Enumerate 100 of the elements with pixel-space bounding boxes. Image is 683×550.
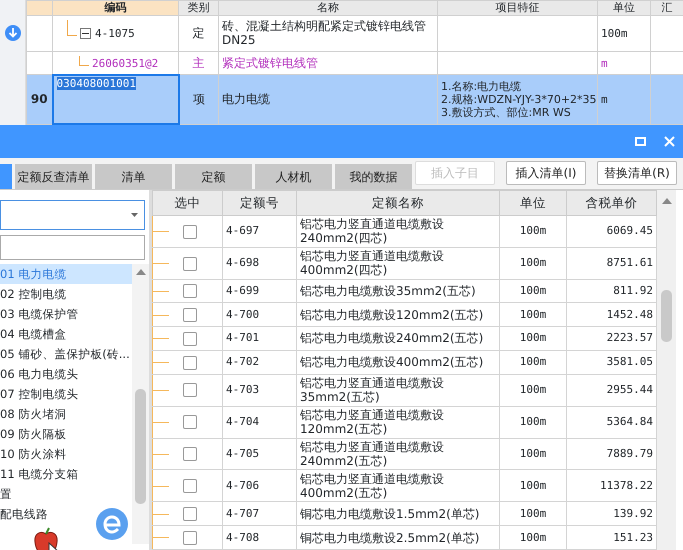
chapter-item[interactable]: 10 防火涂料 (0, 444, 132, 464)
quota-code: 4-707 (226, 506, 260, 520)
chapter-item[interactable]: 02 控制电缆 (0, 284, 132, 304)
scrollbar-track[interactable] (657, 190, 676, 550)
quota-unit: 100m (520, 478, 546, 492)
tab[interactable]: 定额反查清单 (15, 164, 92, 189)
quota-unit: 100m (520, 355, 546, 368)
item-name: 紧定式镀锌电线管 (222, 56, 318, 70)
quota-unit: 100m (520, 308, 546, 321)
quota-name: 铝芯电力竖直通道电缆敷设400mm2(五芯) (300, 472, 444, 500)
chapter-item[interactable]: 06 电力电缆头 (0, 364, 132, 384)
scroll-up-icon[interactable] (662, 198, 672, 204)
quota-price: 151.23 (613, 530, 653, 544)
search-field[interactable] (0, 235, 145, 260)
dropdown-caret-icon (131, 213, 138, 217)
checkbox[interactable] (183, 284, 197, 298)
chapter-item[interactable]: 置 (0, 484, 132, 504)
quota-name: 铝芯电力电缆敷设35mm2(五芯) (300, 284, 476, 298)
item-name: 砖、混凝土结构明配紧定式镀锌电线管DN25 (222, 19, 426, 48)
quota-price: 139.92 (613, 506, 653, 520)
quota-price: 811.92 (613, 284, 653, 298)
maximize-icon[interactable] (635, 137, 646, 146)
checkbox[interactable] (183, 415, 197, 430)
column-header: 含税单价 (566, 190, 656, 216)
quota-price: 7889.79 (606, 446, 653, 460)
column-header: 单位 (500, 190, 566, 216)
download-icon[interactable] (4, 24, 20, 40)
item-type: 定 (192, 26, 204, 40)
scroll-up-icon[interactable] (136, 269, 146, 275)
quota-unit: 100m (520, 284, 546, 298)
quota-name: 铜芯电力电缆敷设2.5mm2(单芯) (300, 530, 480, 545)
checkbox[interactable] (183, 383, 197, 398)
checkbox[interactable] (183, 332, 197, 346)
quota-code: 4-699 (226, 284, 260, 298)
quota-price: 8751.61 (606, 256, 653, 270)
chapter-item[interactable]: 08 防火堵洞 (0, 404, 132, 424)
category-dropdown[interactable] (0, 200, 145, 230)
item-unit: m (601, 92, 608, 106)
chapter-item[interactable]: 09 防火隔板 (0, 424, 132, 444)
chapter-item[interactable]: 04 电缆槽盒 (0, 324, 132, 344)
collapse-toggle-icon[interactable] (80, 28, 91, 39)
column-header: 定额号 (222, 190, 296, 216)
column-header: 项目特征 (438, 0, 598, 16)
chapter-item[interactable]: 配电线路 (0, 504, 132, 524)
quota-code: 4-700 (226, 308, 260, 321)
close-icon[interactable] (664, 136, 675, 147)
tab[interactable]: 人材机 (255, 164, 332, 189)
chapter-item[interactable]: 07 控制电缆头 (0, 384, 132, 404)
quota-price: 1452.48 (606, 308, 653, 321)
quota-code: 4-698 (226, 256, 260, 270)
tab[interactable]: 清单 (95, 164, 172, 189)
checkbox[interactable] (183, 356, 197, 370)
feature-line: 2.规格:WDZN-YJY-3*70+2*35 (441, 92, 594, 106)
checkbox[interactable] (183, 308, 197, 322)
chapter-item[interactable]: 03 电缆保护管 (0, 304, 132, 324)
browser-icon (96, 508, 128, 540)
tab[interactable]: 我的数据 (335, 164, 412, 189)
quota-price: 2223.57 (606, 331, 653, 344)
item-unit: m (601, 56, 608, 70)
action-button[interactable]: 插入清单(I) (506, 161, 586, 185)
feature-line: 1.名称:电力电缆 (441, 80, 522, 93)
item-name: 电力电缆 (222, 92, 270, 106)
checkbox[interactable] (183, 507, 197, 522)
tab[interactable]: 定额 (175, 164, 252, 189)
checkbox[interactable] (183, 530, 197, 545)
quota-name: 铝芯电力竖直通道电缆敷设400mm2(四芯) (300, 249, 444, 278)
column-header: 单位 (598, 0, 650, 16)
quota-code: 4-708 (226, 530, 260, 544)
quota-price: 11378.22 (600, 478, 653, 492)
quota-unit: 100m (520, 383, 546, 396)
quota-price: 5364.84 (606, 415, 653, 428)
quota-code: 4-701 (226, 331, 260, 344)
quota-unit: 100m (520, 331, 546, 344)
chapter-item[interactable]: 05 铺砂、盖保护板(砖... (0, 344, 132, 364)
quota-price: 6069.45 (606, 224, 653, 238)
scrollbar-track[interactable] (132, 264, 149, 544)
quota-name: 铝芯电力竖直通道电缆敷设240mm2(五芯) (300, 440, 444, 468)
checkbox[interactable] (183, 256, 197, 271)
row-number: 90 (30, 92, 48, 106)
quota-price: 3581.05 (606, 355, 653, 368)
column-header: 类别 (178, 0, 218, 16)
quota-unit: 100m (520, 506, 546, 520)
chapter-item[interactable]: 11 电缆分支箱 (0, 464, 132, 484)
quota-name: 铝芯电力电缆敷设240mm2(五芯) (300, 331, 484, 346)
quota-unit: 100m (520, 530, 546, 544)
checkbox[interactable] (183, 224, 197, 239)
column-header: 名称 (218, 0, 438, 16)
feature-line: 3.敷设方式、部位:MR WS (441, 106, 572, 119)
quota-code: 4-697 (226, 224, 260, 238)
column-header: 定额名称 (296, 190, 500, 216)
action-button[interactable]: 替换清单(R) (597, 161, 677, 185)
checkbox[interactable] (183, 479, 197, 494)
checkbox[interactable] (183, 447, 197, 462)
scrollbar-thumb[interactable] (135, 389, 146, 504)
quota-name: 铝芯电力竖直通道电缆敷设35mm2(五芯) (300, 376, 444, 404)
quota-code: 4-705 (226, 446, 260, 460)
item-code[interactable]: 030408001001 (56, 76, 136, 90)
scrollbar-thumb[interactable] (661, 290, 672, 342)
quota-name: 铝芯电力竖直通道电缆敷设240mm2(四芯) (300, 217, 444, 246)
quota-unit: 100m (520, 415, 546, 428)
